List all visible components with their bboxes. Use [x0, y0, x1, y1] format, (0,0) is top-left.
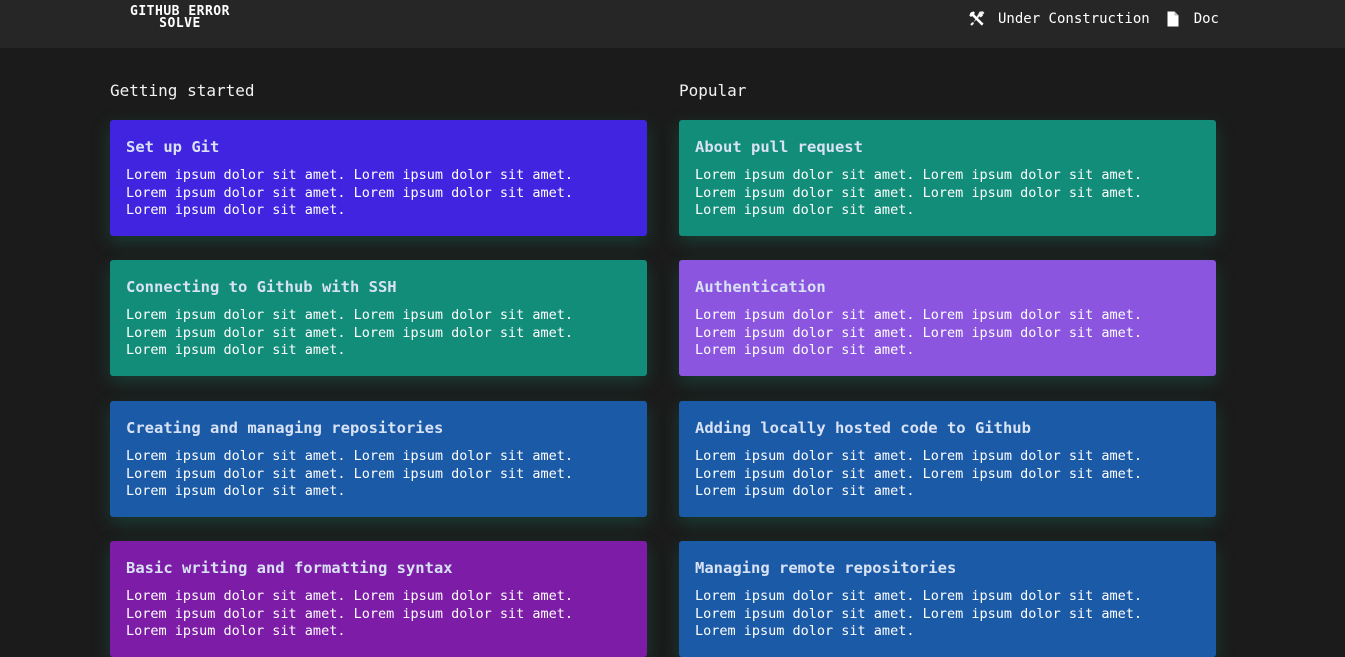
card-description: Lorem ipsum dolor sit amet. Lorem ipsum … — [695, 167, 1143, 218]
card-pull-request[interactable]: About pull request Lorem ipsum dolor sit… — [679, 120, 1216, 236]
nav-link-doc-label: Doc — [1193, 11, 1219, 27]
card-title: Managing remote repositories — [695, 559, 957, 577]
card-description: Lorem ipsum dolor sit amet. Lorem ipsum … — [695, 307, 1143, 358]
section-heading-popular: Popular — [679, 81, 747, 100]
brand-logo[interactable]: GITHUB ERROR SOLVE — [108, 5, 252, 31]
brand-line-2: SOLVE — [159, 16, 201, 31]
nav-link-doc[interactable]: Doc — [1164, 10, 1219, 28]
card-title: Creating and managing repositories — [126, 419, 444, 437]
card-title: Adding locally hosted code to Github — [695, 419, 1031, 437]
nav-links: Under Construction Doc — [968, 9, 1219, 29]
card-title: Set up Git — [126, 138, 220, 156]
card-description: Lorem ipsum dolor sit amet. Lorem ipsum … — [126, 588, 574, 639]
navbar: GITHUB ERROR SOLVE Under Construction Do… — [0, 0, 1345, 48]
card-description: Lorem ipsum dolor sit amet. Lorem ipsum … — [126, 167, 574, 218]
document-icon — [1164, 10, 1182, 28]
card-set-up-git[interactable]: Set up Git Lorem ipsum dolor sit amet. L… — [110, 120, 647, 236]
section-heading-getting-started: Getting started — [110, 81, 255, 100]
card-locally-hosted-code[interactable]: Adding locally hosted code to Github Lor… — [679, 401, 1216, 517]
card-description: Lorem ipsum dolor sit amet. Lorem ipsum … — [695, 588, 1143, 639]
card-authentication[interactable]: Authentication Lorem ipsum dolor sit ame… — [679, 260, 1216, 376]
card-remote-repositories[interactable]: Managing remote repositories Lorem ipsum… — [679, 541, 1216, 657]
card-description: Lorem ipsum dolor sit amet. Lorem ipsum … — [126, 448, 574, 499]
nav-link-under-construction-label: Under Construction — [997, 11, 1150, 27]
card-description: Lorem ipsum dolor sit amet. Lorem ipsum … — [695, 448, 1143, 499]
card-title: Basic writing and formatting syntax — [126, 559, 453, 577]
card-title: About pull request — [695, 138, 863, 156]
card-managing-repositories[interactable]: Creating and managing repositories Lorem… — [110, 401, 647, 517]
card-connecting-ssh[interactable]: Connecting to Github with SSH Lorem ipsu… — [110, 260, 647, 376]
card-title: Connecting to Github with SSH — [126, 278, 397, 296]
card-title: Authentication — [695, 278, 826, 296]
card-formatting-syntax[interactable]: Basic writing and formatting syntax Lore… — [110, 541, 647, 657]
nav-link-under-construction[interactable]: Under Construction — [968, 10, 1150, 28]
card-description: Lorem ipsum dolor sit amet. Lorem ipsum … — [126, 307, 574, 358]
tools-icon — [968, 10, 986, 28]
